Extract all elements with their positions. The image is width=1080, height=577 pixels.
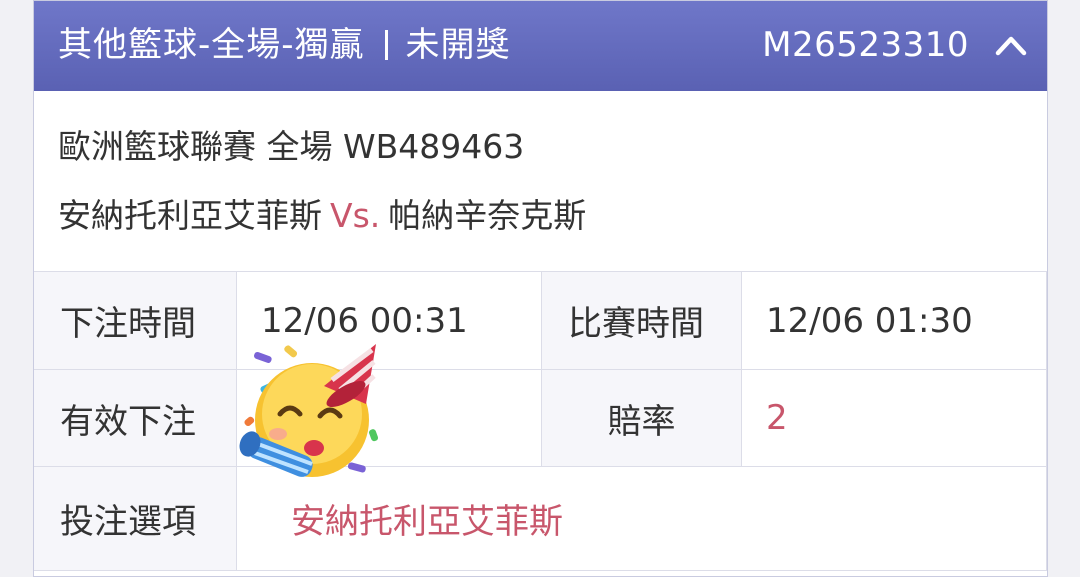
bet-code: M26523310	[762, 25, 969, 65]
bet-card: 其他籃球-全場-獨贏 未開獎 M26523310 歐洲籃球聯賽 全場 WB4894…	[33, 0, 1048, 577]
teams-line: 安納托利亞艾菲斯 Vs. 帕納辛奈克斯	[58, 194, 586, 238]
bet-card-header: 其他籃球-全場-獨贏 未開獎 M26523310	[34, 1, 1047, 91]
valid-bet-label: 有效下注	[34, 370, 237, 467]
match-time-label: 比賽時間	[542, 271, 742, 370]
league-line: 歐洲籃球聯賽 全場 WB489463	[58, 127, 525, 166]
chevron-up-icon	[995, 36, 1027, 56]
collapse-button[interactable]	[991, 25, 1031, 65]
bet-details-table: 下注時間 12/06 00:31 比賽時間 12/06 01:30 有效下注 賠…	[34, 271, 1047, 571]
away-team: 帕納辛奈克斯	[388, 196, 587, 235]
odds-value: 2	[742, 370, 1047, 467]
selection-label: 投注選項	[34, 467, 237, 571]
odds-label: 賠率	[542, 370, 742, 467]
partying-face-icon	[239, 344, 379, 477]
header-title-group: 其他籃球-全場-獨贏 未開獎	[58, 23, 511, 67]
bet-time-label: 下注時間	[34, 271, 237, 370]
settlement-status: 未開獎	[405, 25, 511, 65]
home-team: 安納托利亞艾菲斯	[58, 196, 322, 235]
versus-label: Vs.	[330, 196, 381, 235]
bet-type-title: 其他籃球-全場-獨贏	[58, 25, 365, 65]
match-time-value: 12/06 01:30	[742, 271, 1047, 370]
header-divider	[384, 30, 388, 60]
match-info: 歐洲籃球聯賽 全場 WB489463 安納托利亞艾菲斯 Vs. 帕納辛奈克斯	[34, 91, 1047, 271]
